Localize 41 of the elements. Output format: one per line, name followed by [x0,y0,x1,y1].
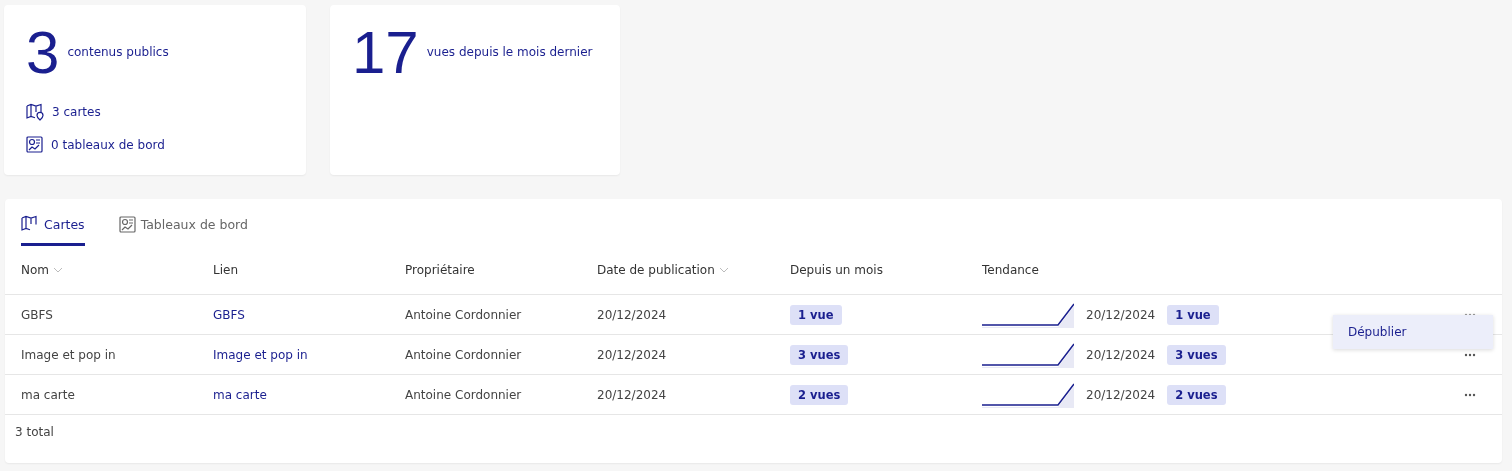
views-tag: 1 vue [1167,304,1219,325]
table-cell-text: Antoine Cordonnier [405,347,523,362]
table-cell-text: Antoine Cordonnier [405,387,523,402]
trend-date: 20/12/2024 [1086,307,1156,322]
dashboard-icon [118,216,136,233]
item-link[interactable]: GBFS [213,307,245,322]
views-tag: 1 vue [790,304,842,325]
total-count: 3 total [14,424,55,441]
item-link[interactable]: ma carte [213,387,267,402]
stat-label: contenus publics [67,45,169,59]
tab[interactable]: Tableaux de bord [118,216,248,246]
table-cell-text: ma carte [21,387,76,402]
views-tag: 3 vues [790,344,849,365]
views-tag: 2 vues [1167,384,1226,405]
item-link[interactable]: Image et pop in [213,347,308,362]
table-cell-text: Antoine Cordonnier [405,307,523,322]
stat-label: vues depuis le mois dernier [426,45,593,59]
column-header: Depuis un mois [790,263,883,277]
column-header: Date de publication [597,263,715,277]
table-cell-text: 20/12/2024 [597,347,668,362]
stat-item: 0 tableaux de bord [51,137,165,152]
column-header: Tendance [982,263,1039,277]
views-tag: 2 vues [790,384,849,405]
trend-date: 20/12/2024 [1086,347,1156,362]
map-icon [26,103,44,121]
table-cell-text: GBFS [21,307,54,322]
stat-value: 17 [352,23,419,83]
map-icon [21,215,39,233]
dashboard-icon [26,136,43,153]
stat-value: 3 [26,23,60,83]
column-header: Nom [21,263,49,277]
table-cell-text: 20/12/2024 [597,387,668,402]
column-header: Propriétaire [405,263,475,277]
column-header: Lien [213,263,238,277]
tab[interactable]: Cartes [21,215,85,246]
table-cell-text: Image et pop in [21,347,117,362]
stat-item: 3 cartes [52,105,101,119]
views-tag: 3 vues [1167,344,1226,365]
menu-item[interactable]: Dépublier [1333,323,1422,341]
table-cell-text: 20/12/2024 [597,307,668,322]
trend-date: 20/12/2024 [1086,387,1156,402]
